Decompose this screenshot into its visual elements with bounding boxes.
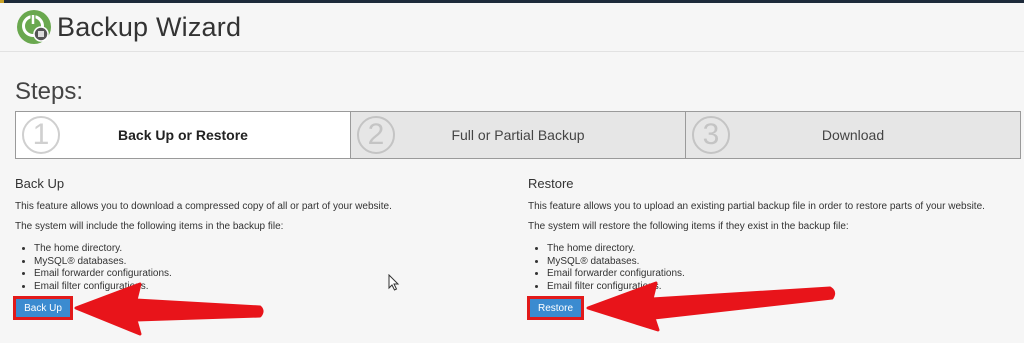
list-item: The home directory.	[34, 243, 505, 256]
list-item: MySQL® databases.	[34, 256, 505, 269]
backup-wizard-logo-icon	[16, 9, 52, 45]
backup-list-intro: The system will include the following it…	[15, 221, 284, 232]
backup-heading: Back Up	[15, 176, 65, 191]
annotation-arrow-restore	[586, 281, 836, 332]
page-title: Backup Wizard	[57, 12, 242, 42]
backup-description: This feature allows you to download a co…	[15, 201, 392, 212]
list-item: Email forwarder configurations.	[547, 268, 1018, 281]
backup-section: Back Up This feature allows you to downl…	[15, 176, 505, 293]
list-item: MySQL® databases.	[547, 256, 1018, 269]
steps-heading: Steps:	[15, 78, 84, 105]
page-header: Backup Wizard	[0, 3, 1024, 52]
step-number-3: 3	[692, 116, 730, 154]
restore-button[interactable]: Restore	[528, 297, 583, 319]
restore-section: Restore This feature allows you to uploa…	[528, 176, 1018, 293]
mouse-cursor-icon	[388, 274, 400, 291]
restore-description: This feature allows you to upload an exi…	[528, 201, 985, 212]
annotation-arrow-backup	[74, 282, 264, 336]
step-number-2: 2	[357, 116, 395, 154]
list-item: The home directory.	[547, 243, 1018, 256]
restore-heading: Restore	[528, 176, 574, 191]
step-label: Back Up or Restore	[118, 127, 248, 143]
steps-progress: 1 Back Up or Restore 2 Full or Partial B…	[15, 111, 1021, 159]
step-label: Download	[821, 127, 885, 143]
back-up-button[interactable]: Back Up	[14, 297, 72, 319]
step-download: 3 Download	[685, 112, 1020, 158]
step-number-1: 1	[22, 116, 60, 154]
step-full-or-partial-backup: 2 Full or Partial Backup	[350, 112, 685, 158]
step-label: Full or Partial Backup	[451, 127, 585, 143]
restore-list-intro: The system will restore the following it…	[528, 221, 849, 232]
step-back-up-or-restore: 1 Back Up or Restore	[16, 112, 350, 158]
list-item: Email forwarder configurations.	[34, 268, 505, 281]
